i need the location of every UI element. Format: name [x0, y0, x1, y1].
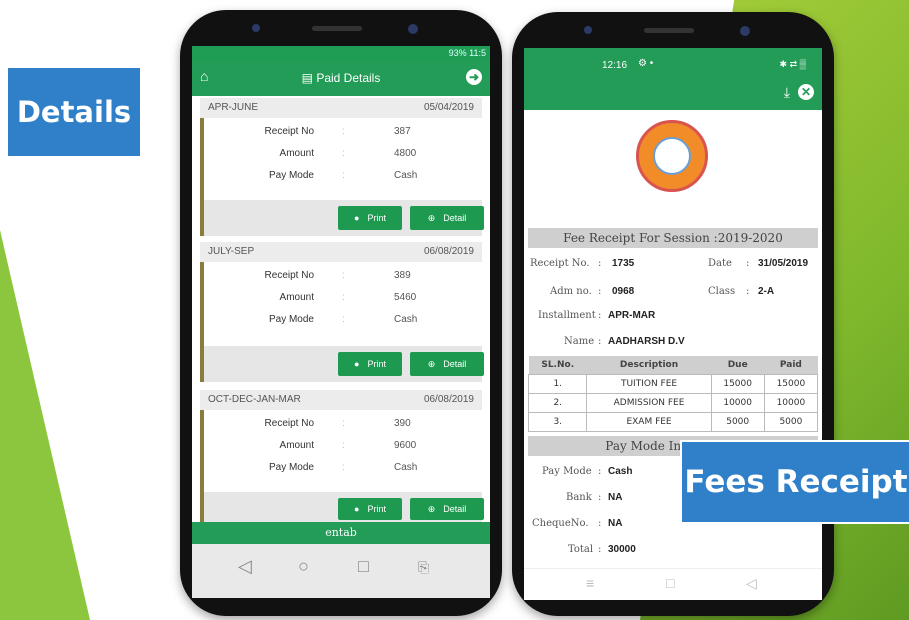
bank-label: Bank: [566, 492, 592, 503]
app-bar: ⌂ ▤ Paid Details ➜: [192, 60, 490, 96]
receipt-card: Receipt No:387 Amount:4800 Pay Mode: Cash: [200, 118, 482, 200]
status-time: 12:16: [602, 60, 628, 71]
app-bar: 12:16 ⚙ • ✱ ⇄ ▒ ⤓ ✕: [524, 48, 822, 110]
back-icon[interactable]: ➜: [466, 69, 482, 85]
table-row: 2. ADMISSION FEE 10000 10000: [527, 393, 819, 413]
footer-brand: entab: [192, 522, 490, 544]
table-row: 1. TUITION FEE 15000 15000: [527, 374, 819, 394]
sensor: [408, 24, 418, 34]
cheque-label: ChequeNo.: [532, 518, 589, 529]
android-nav-bar: ≡ □ ◁: [524, 568, 822, 600]
bank: NA: [608, 492, 623, 503]
sensor: [740, 26, 750, 36]
detail-button[interactable]: ⊕ Detail: [410, 498, 484, 520]
green-stripe-left: [0, 230, 90, 620]
back-triangle-icon[interactable]: ◁: [238, 556, 252, 577]
card-header: JULY-SEP 06/08/2019: [200, 242, 482, 262]
printer-icon: ●: [354, 359, 360, 369]
cheque: NA: [608, 518, 623, 529]
settings-icon: ⚙ •: [638, 58, 654, 69]
name-label: Name: [564, 336, 595, 347]
card-actions: ● Print ⊕ Detail: [200, 346, 484, 382]
paymode: Cash: [608, 466, 633, 477]
detail-button[interactable]: ⊕ Detail: [410, 352, 484, 376]
class-value: 2-A: [758, 286, 775, 297]
table-row: 3. EXAM FEE 5000 5000: [527, 412, 819, 432]
download-icon[interactable]: ⤓: [784, 84, 790, 101]
home-circle-icon[interactable]: ○: [298, 556, 309, 577]
installment-label: Installment: [538, 310, 596, 321]
fees-receipt-tag: Fees Receipt: [680, 440, 909, 524]
printer-icon: ●: [354, 213, 360, 223]
signal-icons: ✱ ⇄ ▒: [779, 59, 806, 69]
adm-label: Adm no.: [550, 286, 592, 297]
status-bar: 93% 11:5: [192, 46, 490, 60]
class-label: Class: [708, 286, 736, 297]
plus-circle-icon: ⊕: [427, 503, 436, 514]
details-tag: Details: [8, 68, 140, 156]
printer-icon: ●: [354, 504, 360, 514]
total-label: Total: [568, 544, 594, 555]
menu-icon[interactable]: ≡: [586, 575, 594, 591]
print-button[interactable]: ● Print: [338, 498, 402, 520]
card-icon: ▤: [301, 71, 317, 85]
card-header: APR-JUNE 05/04/2019: [200, 98, 482, 118]
earpiece: [312, 26, 362, 31]
installment: APR-MAR: [608, 310, 656, 321]
print-button[interactable]: ● Print: [338, 206, 402, 230]
adm-no: 0968: [612, 286, 635, 297]
recents-square-icon[interactable]: □: [358, 556, 369, 577]
receipt-card: Receipt No:389 Amount:5460 Pay Mode: Cash: [200, 262, 482, 346]
student-name: AADHARSH D.V: [608, 336, 685, 347]
plus-circle-icon: ⊕: [427, 212, 436, 223]
school-logo: [636, 120, 708, 192]
card-actions: ● Print ⊕ Detail: [200, 492, 484, 522]
phone-paid-details: 93% 11:5 ⌂ ▤ Paid Details ➜ APR-JUNE 05/0…: [180, 10, 502, 616]
receipt-no-label: Receipt No.: [530, 258, 590, 269]
fee-table-header: SL.No. Description Due Paid: [528, 356, 818, 375]
total: 30000: [608, 544, 636, 555]
receipt-card: Receipt No:390 Amount:9600 Pay Mode: Cash: [200, 410, 482, 492]
phone-fee-receipt: 12:16 ⚙ • ✱ ⇄ ▒ ⤓ ✕ Fee Receipt For Sess…: [512, 12, 834, 616]
earpiece: [644, 28, 694, 33]
receipt-date: 31/05/2019: [758, 258, 809, 269]
card-actions: ● Print ⊕ Detail: [200, 200, 484, 236]
paymode-label: Pay Mode: [542, 466, 592, 477]
fee-table: SL.No. Description Due Paid 1. TUITION FE…: [527, 356, 819, 432]
print-button[interactable]: ● Print: [338, 352, 402, 376]
date-label: Date: [708, 258, 732, 269]
receipt-title: Fee Receipt For Session :2019-2020: [528, 228, 818, 248]
detail-button[interactable]: ⊕ Detail: [410, 206, 484, 230]
page-title: ▤ Paid Details: [301, 71, 381, 85]
switch-app-icon[interactable]: ⎘: [418, 559, 429, 576]
receipt-no: 1735: [612, 258, 635, 269]
back-triangle-icon[interactable]: ◁: [746, 575, 757, 592]
front-camera: [252, 24, 260, 32]
card-header: OCT-DEC-JAN-MAR 06/08/2019: [200, 390, 482, 410]
close-icon[interactable]: ✕: [798, 84, 814, 100]
plus-circle-icon: ⊕: [427, 358, 436, 369]
front-camera: [584, 26, 592, 34]
home-square-icon[interactable]: □: [666, 575, 674, 591]
android-nav-bar: ◁ ○ □ ⎘: [192, 544, 490, 598]
